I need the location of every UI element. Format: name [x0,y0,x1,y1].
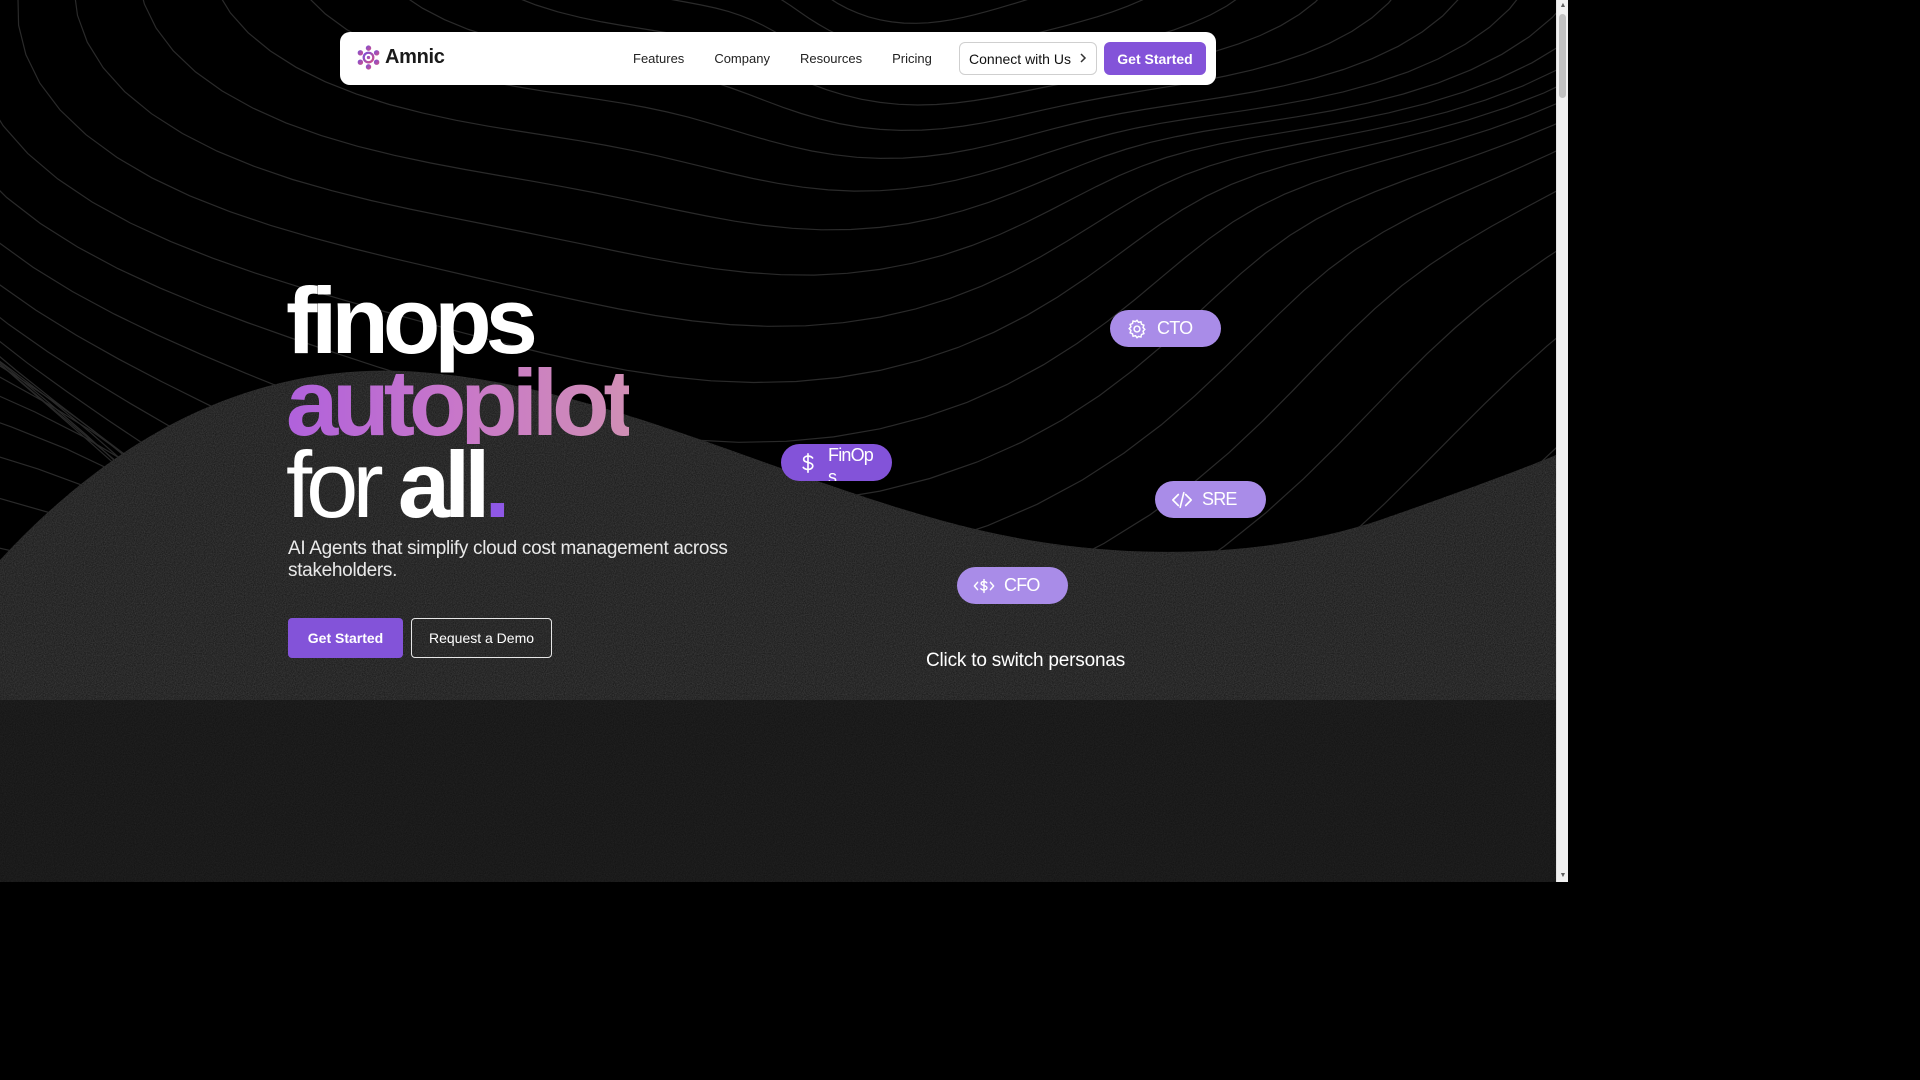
nav-link-features[interactable]: Features [633,51,684,66]
chevron-right-icon [1079,51,1087,66]
nav-links: Features Company Resources Pricing [633,51,962,66]
nav-link-company[interactable]: Company [714,51,770,66]
hero-headline: finops autopilot for all. [286,274,635,532]
persona-cto-label: CTO [1157,318,1193,338]
brand-logo[interactable]: Amnic [356,45,445,70]
headline-word-for: for [286,432,384,537]
hero-subtitle: AI Agents that simplify cloud cost manag… [288,538,728,581]
brand-name: Amnic [385,46,445,68]
persona-cfo-label: CFO [1004,575,1040,595]
amnic-logo-icon [357,45,380,70]
persona-finops-label: FinOps [828,444,874,482]
hero-background [0,0,1556,882]
persona-cto[interactable]: CTO [1110,310,1221,347]
connect-with-us-label: Connect with Us [969,50,1071,67]
scroll-down-arrow-icon[interactable]: ▼ [1557,870,1569,882]
gear-icon [1128,318,1146,339]
connect-with-us-button[interactable]: Connect with Us [959,42,1097,75]
nav-get-started-button[interactable]: Get Started [1104,42,1206,75]
switch-personas-hint: Click to switch personas [926,650,1125,671]
persona-cfo[interactable]: CFO [957,567,1068,604]
nav-link-resources[interactable]: Resources [800,51,862,66]
scroll-up-arrow-icon[interactable]: ▲ [1557,0,1569,12]
headline-word-all: all [397,432,490,537]
page-scrollbar[interactable]: ▲ ▼ [1556,0,1568,882]
hero-get-started-button[interactable]: Get Started [288,618,403,658]
code-icon [1172,491,1192,508]
dollar-icon [802,452,814,473]
request-demo-button[interactable]: Request a Demo [411,618,552,658]
headline-line-for-all: for all. [286,438,629,532]
nav-link-pricing[interactable]: Pricing [892,51,932,66]
persona-sre[interactable]: SRE [1155,481,1266,518]
persona-finops[interactable]: FinOps [781,444,892,481]
dollar-code-icon [973,578,995,593]
scrollbar-thumb[interactable] [1559,14,1566,98]
persona-sre-label: SRE [1202,489,1237,509]
headline-dot: . [484,432,510,537]
top-navbar: Amnic Features Company Resources Pricing… [340,32,1216,85]
